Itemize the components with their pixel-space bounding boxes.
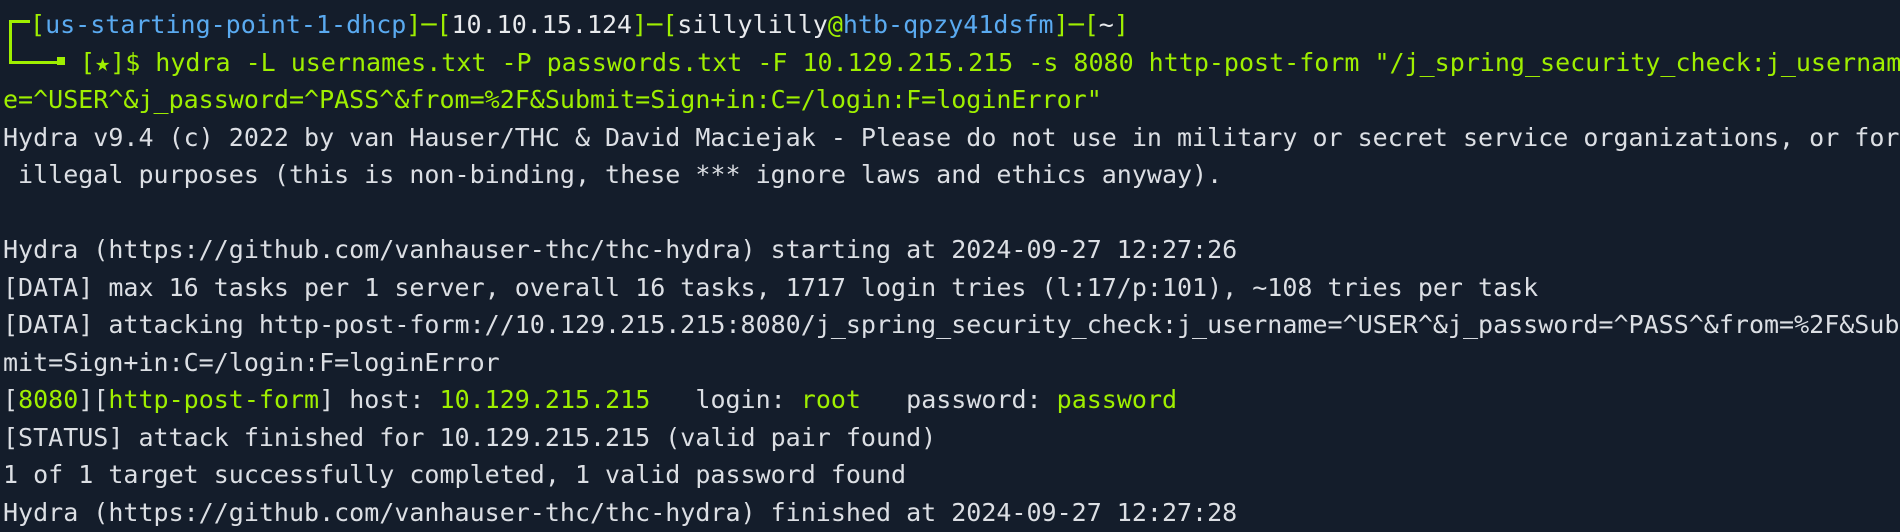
- prompt-bracket: ]: [1113, 10, 1129, 39]
- prompt-bracket: [: [662, 10, 678, 39]
- prompt-user: sillylilly: [677, 10, 828, 39]
- prompt-corner-glyph: [3, 6, 30, 44]
- prompt-line: [us-starting-point-1-dhcp]─[10.10.15.124…: [3, 6, 1900, 44]
- prompt-bracket: [: [436, 10, 452, 39]
- prompt-dash: ─: [647, 10, 663, 39]
- prompt-bracket: ]: [110, 47, 126, 77]
- prompt-bracket: [: [30, 10, 46, 39]
- prompt-machine: htb-qpzy41dsfm: [842, 10, 1054, 39]
- prompt-hostname: us-starting-point-1-dhcp: [45, 10, 407, 39]
- terminal-window[interactable]: [us-starting-point-1-dhcp]─[10.10.15.124…: [0, 0, 1900, 532]
- output-result: [8080][http-post-form] host: 10.129.215.…: [3, 385, 1178, 414]
- command-text-continued: e=^USER^&j_password=^PASS^&from=%2F&Subm…: [3, 85, 1102, 114]
- prompt-dir: ~: [1098, 10, 1114, 39]
- prompt-arrow-icon: [3, 43, 80, 82]
- prompt-dash: ─: [1068, 10, 1084, 39]
- prompt-bracket: ]: [1053, 10, 1069, 39]
- prompt-bracket: ]: [406, 10, 422, 39]
- output-finished: Hydra (https://github.com/vanhauser-thc/…: [3, 497, 1238, 527]
- prompt-bracket: [: [1083, 10, 1099, 39]
- result-host-label: host:: [334, 385, 440, 414]
- result-password: password: [1056, 385, 1178, 414]
- output-banner: Hydra v9.4 (c) 2022 by van Hauser/THC & …: [3, 122, 1900, 152]
- result-password-label: password:: [860, 385, 1057, 414]
- output-summary: 1 of 1 target successfully completed, 1 …: [3, 460, 907, 489]
- prompt-dash: ─: [421, 10, 437, 39]
- result-host: 10.129.215.215: [439, 385, 651, 414]
- output-starting: Hydra (https://github.com/vanhauser-thc/…: [3, 235, 1238, 264]
- output-data: [DATA] max 16 tasks per 1 server, overal…: [3, 272, 1539, 302]
- prompt-bracket: [: [80, 47, 96, 77]
- command-line[interactable]: [★]$ hydra -L usernames.txt -P passwords…: [3, 43, 1900, 82]
- output-status: [STATUS] attack finished for 10.129.215.…: [3, 422, 937, 452]
- star-icon: ★: [95, 47, 111, 77]
- result-module: http-post-form: [108, 385, 320, 414]
- command-text: hydra -L usernames.txt -P passwords.txt …: [155, 47, 1900, 77]
- output-data: [DATA] attacking http-post-form://10.129…: [3, 310, 1900, 339]
- result-port: 8080: [18, 385, 79, 414]
- result-login-label: login:: [650, 385, 801, 414]
- prompt-symbol: $: [125, 47, 156, 77]
- prompt-ip: 10.10.15.124: [451, 10, 633, 39]
- result-login: root: [800, 385, 861, 414]
- prompt-bracket: ]: [632, 10, 648, 39]
- output-data: mit=Sign+in:C=/login:F=loginError: [3, 347, 500, 377]
- output-banner: illegal purposes (this is non-binding, t…: [3, 160, 1223, 189]
- prompt-at: @: [827, 10, 843, 39]
